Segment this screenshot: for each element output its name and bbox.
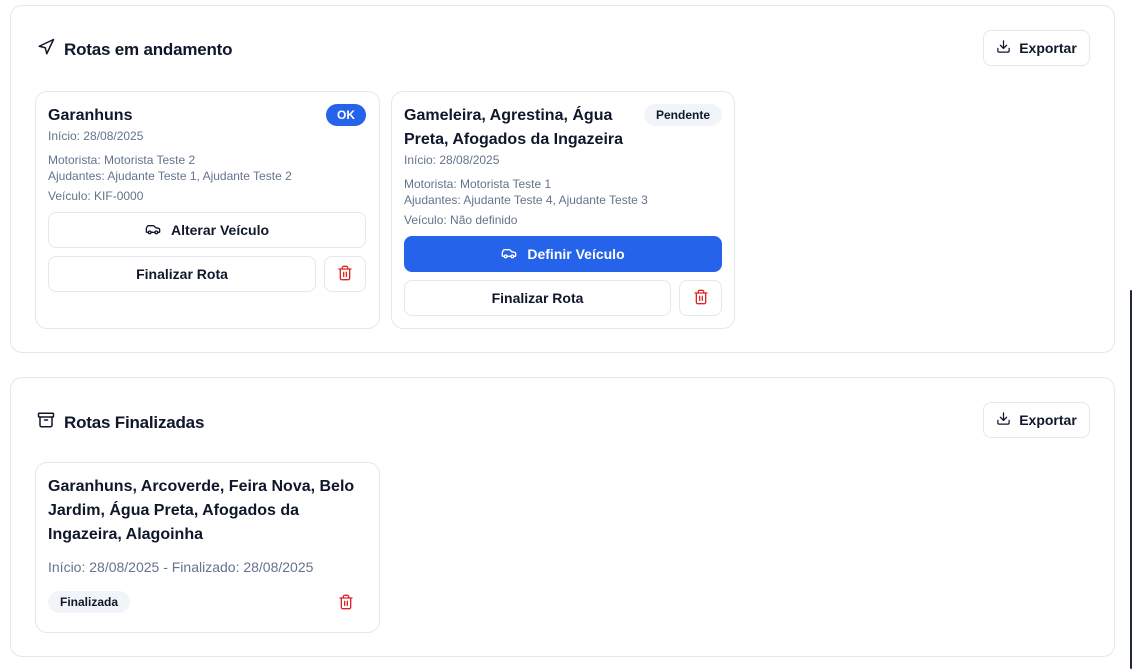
finished-routes-heading: Rotas Finalizadas [37, 411, 204, 434]
route-driver: Motorista: Motorista Teste 1 [404, 177, 552, 191]
status-badge: Pendente [644, 104, 722, 126]
delete-route-button[interactable] [679, 280, 722, 316]
status-badge: Finalizada [48, 591, 130, 613]
route-helpers: Ajudantes: Ajudante Teste 4, Ajudante Te… [404, 193, 648, 207]
route-title: Garanhuns [48, 107, 133, 124]
export-active-button[interactable]: Exportar [983, 30, 1090, 66]
finish-route-button[interactable]: Finalizar Rota [48, 256, 316, 292]
active-routes-heading: Rotas em andamento [37, 38, 233, 61]
finished-routes-panel: Rotas Finalizadas Exportar Garanhuns, Ar… [10, 377, 1115, 657]
finished-routes-title: Rotas Finalizadas [64, 412, 205, 432]
define-vehicle-label: Definir Veículo [527, 246, 625, 262]
status-badge: OK [326, 104, 366, 126]
finish-route-label: Finalizar Rota [491, 290, 584, 306]
car-icon [501, 245, 517, 264]
active-routes-title: Rotas em andamento [64, 39, 233, 59]
finish-route-label: Finalizar Rota [136, 266, 228, 282]
route-vehicle: Veículo: Não definido [404, 213, 518, 227]
archive-box-icon [37, 411, 55, 434]
export-finished-button[interactable]: Exportar [983, 402, 1090, 438]
route-driver: Motorista: Motorista Teste 2 [48, 153, 196, 167]
trash-icon [337, 265, 353, 284]
route-title-line2: Preta, Afogados da Ingazeira [404, 131, 624, 148]
export-label: Exportar [1019, 40, 1077, 56]
change-vehicle-button[interactable]: Alterar Veículo [48, 212, 366, 248]
finish-route-button[interactable]: Finalizar Rota [404, 280, 671, 316]
route-title-line3: Ingazeira, Alagoinha [48, 526, 203, 543]
route-title-line2: Jardim, Água Preta, Afogados da [48, 502, 300, 519]
download-icon [996, 39, 1011, 57]
car-icon [145, 221, 161, 240]
navigation-arrow-icon [37, 38, 55, 61]
route-title-line1: Gameleira, Agrestina, Água [404, 107, 613, 124]
finished-route-card: Garanhuns, Arcoverde, Feira Nova, Belo J… [35, 462, 380, 633]
trash-icon[interactable] [338, 594, 354, 610]
route-dates: Início: 28/08/2025 - Finalizado: 28/08/2… [48, 559, 314, 575]
scrollbar[interactable] [1130, 290, 1132, 669]
define-vehicle-button[interactable]: Definir Veículo [404, 236, 722, 272]
route-start-date: Início: 28/08/2025 [404, 153, 500, 167]
active-routes-panel: Rotas em andamento Exportar Garanhuns OK… [10, 5, 1115, 353]
route-card: Gameleira, Agrestina, Água Preta, Afogad… [391, 91, 735, 329]
route-title-line1: Garanhuns, Arcoverde, Feira Nova, Belo [48, 478, 355, 495]
route-vehicle: Veículo: KIF-0000 [48, 189, 144, 203]
download-icon [996, 411, 1011, 429]
trash-icon [693, 289, 709, 308]
change-vehicle-label: Alterar Veículo [170, 222, 270, 238]
route-helpers: Ajudantes: Ajudante Teste 1, Ajudante Te… [48, 169, 292, 183]
route-start-date: Início: 28/08/2025 [48, 129, 144, 143]
delete-route-button[interactable] [324, 256, 366, 292]
export-label: Exportar [1019, 412, 1077, 428]
route-card: Garanhuns OK Início: 28/08/2025 Motorist… [35, 91, 380, 329]
